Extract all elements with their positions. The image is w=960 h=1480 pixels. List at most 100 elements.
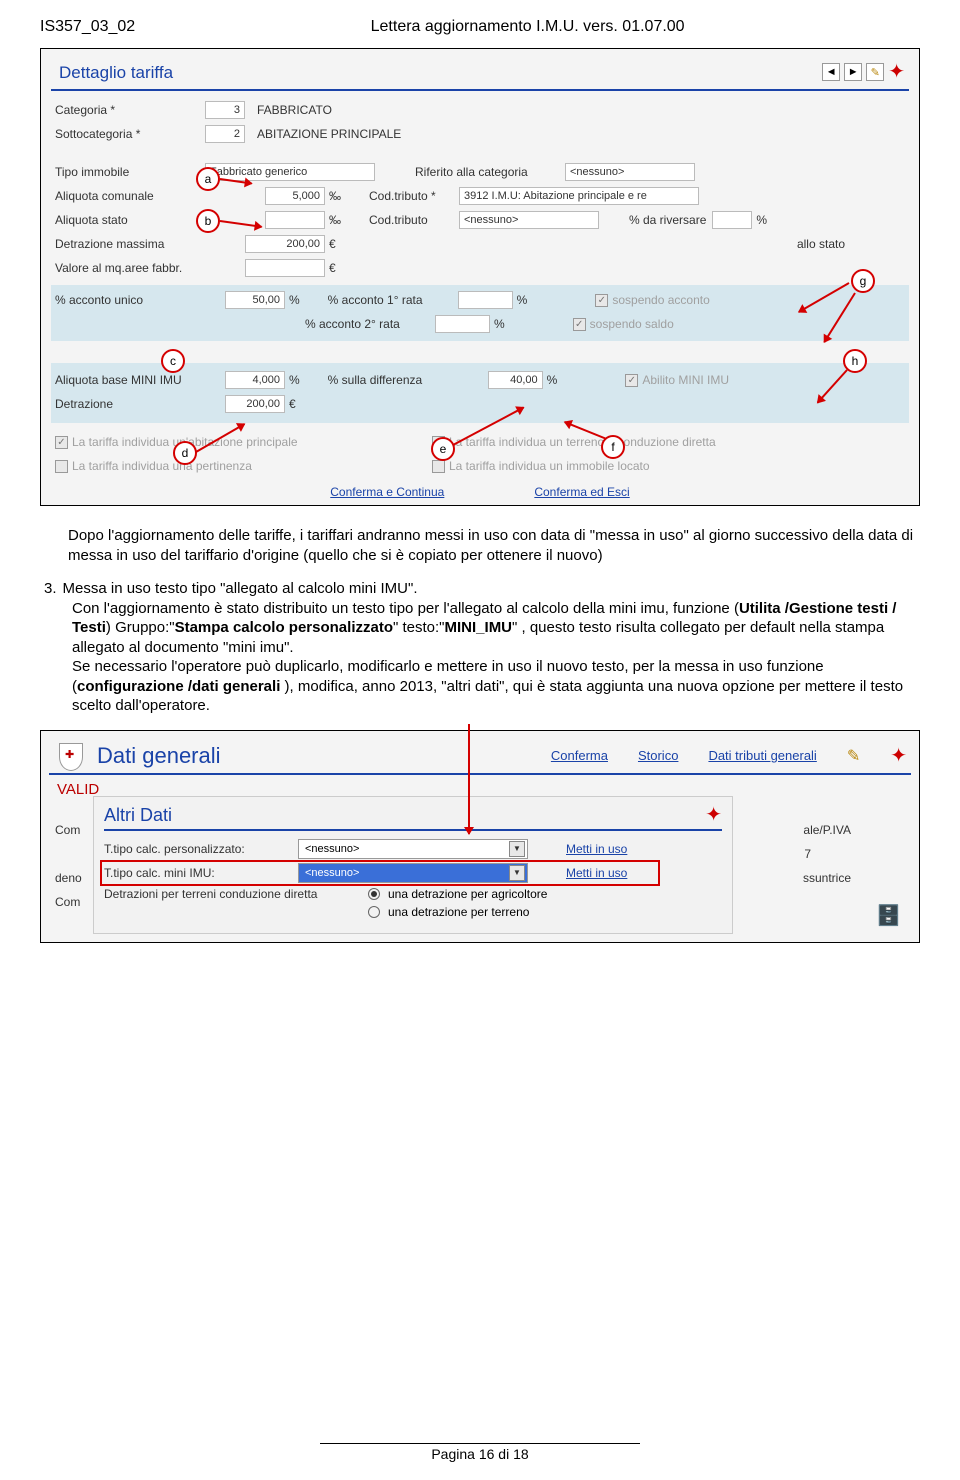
abilito-mini-checkbox: ✓ — [625, 374, 638, 387]
tariffa-terreno-label: La tariffa individua un terreno a conduz… — [449, 435, 716, 449]
arrow-to-dropdown — [468, 724, 470, 834]
callout-d: d — [173, 441, 197, 465]
acconto1-label: % acconto 1° rata — [328, 293, 458, 307]
codtributo2-value[interactable]: <nessuno> — [459, 211, 599, 229]
aliquota-mini-value[interactable]: 4,000 — [225, 371, 285, 389]
sottocategoria-label: Sottocategoria * — [55, 127, 205, 141]
ttipo-calc-mini-imu-label: T.tipo calc. mini IMU: — [104, 866, 294, 880]
categoria-num[interactable]: 3 — [205, 101, 245, 119]
pct-differenza-label: % sulla differenza — [328, 373, 458, 387]
categoria-label: Categoria * — [55, 103, 205, 117]
close-icon[interactable]: ✦ — [705, 806, 722, 824]
header-left: IS357_03_02 — [40, 18, 135, 36]
callout-a: a — [196, 167, 220, 191]
pct-unit-5: % — [547, 373, 558, 387]
paragraph-2: 3. Messa in uso testo tipo "allegato al … — [44, 579, 916, 716]
pct-unit-4: % — [289, 373, 300, 387]
pct-unit-2: % — [517, 293, 528, 307]
metti-in-uso-link-1[interactable]: Metti in uso — [566, 842, 627, 856]
eur-unit-2: € — [329, 261, 336, 275]
para2-a: Con l'aggiornamento è stato distribuito … — [72, 600, 739, 617]
sospendo-acconto-checkbox: ✓ — [595, 294, 608, 307]
callout-c: c — [161, 349, 185, 373]
side-label-piva: ale/P.IVA — [803, 823, 851, 837]
ttipo-calc-personalizzato-dropdown[interactable]: <nessuno> ▼ — [298, 839, 528, 859]
tariffa-abitazione-label: La tariffa individua un'abitazione princ… — [72, 435, 432, 449]
detrazioni-terreni-label: Detrazioni per terreni conduzione dirett… — [104, 887, 364, 901]
eur-unit: € — [329, 237, 336, 251]
pct-riversare-value[interactable] — [712, 211, 752, 229]
allo-stato-label: allo stato — [797, 237, 845, 251]
acconto2-value[interactable] — [435, 315, 490, 333]
dati-generali-title: Dati generali — [97, 743, 221, 769]
acconto1-value[interactable] — [458, 291, 513, 309]
side-label-7: 7 — [804, 847, 811, 861]
side-label-assuntrice: ssuntrice — [803, 871, 851, 885]
callout-h: h — [843, 349, 867, 373]
valore-mq-label: Valore al mq.aree fabbr. — [55, 261, 205, 275]
aliquota-comunale-label: Aliquota comunale — [55, 189, 205, 203]
tipo-immobile-label: Tipo immobile — [55, 165, 205, 179]
metti-in-uso-link-2[interactable]: Metti in uso — [566, 866, 627, 880]
detrazione-massima-value[interactable]: 200,00 — [245, 235, 325, 253]
radio-agricoltore[interactable] — [368, 888, 380, 900]
conferma-esci-link[interactable]: Conferma ed Esci — [534, 485, 629, 499]
tariffa-locato-label: La tariffa individua un immobile locato — [449, 459, 650, 473]
next-icon[interactable]: ► — [844, 63, 862, 81]
side-label-com1: Com — [55, 823, 80, 837]
tipo-immobile-value[interactable]: Fabbricato generico — [205, 163, 375, 181]
acconto2-label: % acconto 2° rata — [305, 317, 435, 331]
edit-icon[interactable]: ✎ — [866, 63, 884, 81]
chevron-down-icon: ▼ — [509, 865, 525, 881]
page-number: Pagina 16 di 18 — [0, 1446, 960, 1462]
conferma-continua-link[interactable]: Conferma e Continua — [330, 485, 444, 499]
riferito-categoria-value[interactable]: <nessuno> — [565, 163, 695, 181]
ttipo-calc-mini-imu-dropdown[interactable]: <nessuno> ▼ — [298, 863, 528, 883]
dropdown-value-2: <nessuno> — [305, 867, 359, 879]
valore-mq-value[interactable] — [245, 259, 325, 277]
acconto-unico-value[interactable]: 50,00 — [225, 291, 285, 309]
codtributo-value[interactable]: 3912 I.M.U: Abitazione principale e re — [459, 187, 699, 205]
page-footer: Pagina 16 di 18 — [0, 1443, 960, 1462]
detrazione-label: Detrazione — [55, 397, 205, 411]
pct-differenza-value[interactable]: 40,00 — [488, 371, 543, 389]
prev-icon[interactable]: ◄ — [822, 63, 840, 81]
aliquota-stato-value[interactable] — [265, 211, 325, 229]
para2-b2: ) Gruppo:" — [106, 619, 175, 636]
eur-unit-3: € — [289, 397, 296, 411]
shield-icon — [59, 743, 83, 771]
page-header: IS357_03_02 Lettera aggiornamento I.M.U.… — [40, 18, 920, 36]
conferma-link[interactable]: Conferma — [551, 748, 608, 763]
permille-unit: ‰ — [329, 189, 341, 203]
categoria-text: FABBRICATO — [253, 103, 332, 117]
tariffa-locato-checkbox — [432, 460, 445, 473]
radio-terreno-label: una detrazione per terreno — [388, 905, 529, 919]
acconto-unico-label: % acconto unico — [55, 293, 205, 307]
radio-terreno[interactable] — [368, 906, 380, 918]
dati-tributi-generali-link[interactable]: Dati tributi generali — [708, 748, 816, 763]
panel-titlebar: Dettaglio tariffa ◄ ► ✎ ✦ — [51, 57, 909, 91]
close-icon[interactable]: ✦ — [890, 747, 907, 765]
abilito-mini-label: Abilito MINI IMU — [642, 373, 729, 387]
riferito-categoria-label: Riferito alla categoria — [415, 165, 565, 179]
pct-unit: % — [756, 213, 767, 227]
screenshot-dati-generali: Dati generali Conferma Storico Dati trib… — [40, 730, 920, 943]
screenshot-dettaglio-tariffa: Dettaglio tariffa ◄ ► ✎ ✦ Categoria * 3 … — [40, 48, 920, 506]
aliquota-stato-label: Aliquota stato — [55, 213, 205, 227]
pct-unit-3: % — [494, 317, 505, 331]
storico-link[interactable]: Storico — [638, 748, 678, 763]
sottocategoria-num[interactable]: 2 — [205, 125, 245, 143]
aliquota-comunale-value[interactable]: 5,000 — [265, 187, 325, 205]
callout-b: b — [196, 209, 220, 233]
paragraph-1: Dopo l'aggiornamento delle tariffe, i ta… — [68, 526, 916, 565]
para2-title: Messa in uso testo tipo "allegato al cal… — [63, 580, 418, 597]
ttipo-calc-personalizzato-label: T.tipo calc. personalizzato: — [104, 842, 294, 856]
callout-f: f — [601, 435, 625, 459]
sospendo-saldo-label: sospendo saldo — [590, 317, 674, 331]
close-icon[interactable]: ✦ — [888, 63, 905, 81]
edit-icon[interactable]: ✎ — [847, 746, 860, 766]
detrazione-value[interactable]: 200,00 — [225, 395, 285, 413]
tariffa-pertinenza-checkbox — [55, 460, 68, 473]
para2-b5: MINI_IMU — [445, 619, 513, 636]
header-center: Lettera aggiornamento I.M.U. vers. 01.07… — [371, 18, 685, 36]
